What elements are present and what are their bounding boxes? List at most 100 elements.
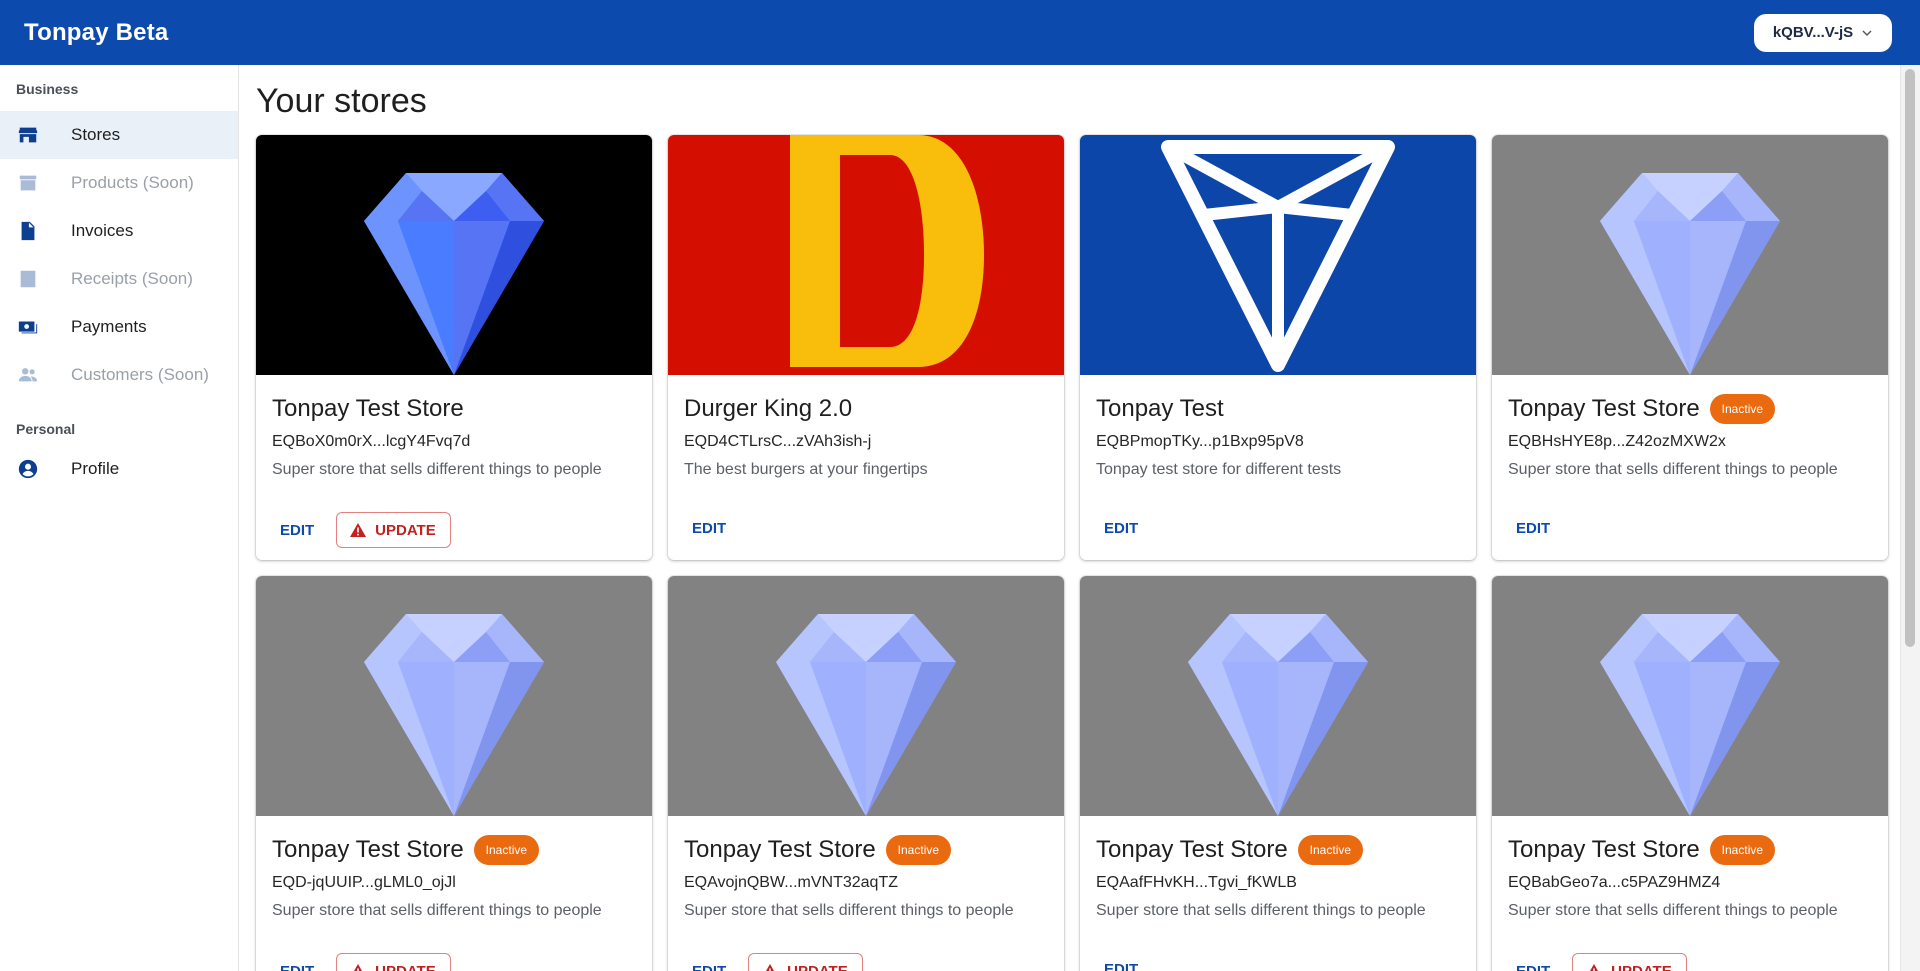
store-actions: EDIT UPDATE (1508, 953, 1687, 971)
user-circle-icon (16, 457, 40, 481)
store-card: Tonpay Test Store Inactive EQBabGeo7a...c5… (1492, 576, 1888, 971)
wallet-menu-button[interactable]: kQBV...V-jS (1754, 13, 1892, 52)
store-address: EQAvojnQBW...mVNT32aqTZ (684, 874, 898, 891)
sidebar: Business Stores Products (Soon) Invoices… (0, 65, 239, 971)
store-address: EQBHsHYE8p...Z42ozMXW2x (1508, 433, 1726, 450)
edit-button[interactable]: EDIT (272, 955, 322, 971)
store-name: Tonpay Test (1096, 395, 1224, 422)
update-label: UPDATE (375, 962, 436, 971)
page-scrollbar[interactable] (1900, 65, 1920, 971)
warning-icon (766, 964, 775, 971)
store-name: Tonpay Test Store (1096, 836, 1288, 863)
edit-button[interactable]: EDIT (1508, 955, 1558, 971)
store-title-row: Tonpay Test Store Inactive (1080, 816, 1476, 866)
store-title-row: Tonpay Test Store Inactive (1492, 375, 1888, 425)
store-card: Tonpay Test Store Inactive EQBHsHYE8p...Z4… (1492, 135, 1888, 560)
sidebar-section-personal: Personal (16, 421, 76, 437)
store-image (256, 576, 652, 816)
warning-icon (1590, 964, 1599, 971)
store-image (1080, 135, 1476, 375)
app-title: Tonpay Beta (24, 18, 169, 46)
receipt-icon (16, 267, 40, 291)
update-button[interactable]: UPDATE (336, 512, 451, 548)
store-name: Tonpay Test Store (1508, 836, 1700, 863)
edit-button[interactable]: EDIT (684, 512, 734, 545)
store-address: EQBoX0m0rX...lcgY4Fvq7d (272, 433, 471, 450)
store-title-row: Tonpay Test Store Inactive (668, 816, 1064, 866)
store-title-row: Tonpay Test Store Inactive (256, 816, 652, 866)
sidebar-item-products: Products (Soon) (0, 159, 238, 207)
edit-button[interactable]: EDIT (1096, 512, 1146, 545)
store-name: Tonpay Test Store (684, 836, 876, 863)
inactive-badge: Inactive (1709, 835, 1776, 865)
store-address: EQD-jqUUIP...gLML0_ojJl (272, 874, 456, 891)
scrollbar-thumb[interactable] (1905, 69, 1915, 647)
sidebar-item-label: Invoices (71, 221, 134, 240)
store-address: EQBPmopTKy...p1Bxp95pV8 (1096, 433, 1304, 450)
store-actions: EDIT UPDATE (684, 953, 863, 971)
store-card: Durger King 2.0 EQD4CTLrsC...zVAh3ish-j Th… (668, 135, 1064, 560)
sidebar-section-business: Business (16, 81, 79, 97)
edit-button[interactable]: EDIT (1096, 953, 1146, 971)
top-app-bar: Tonpay Beta kQBV...V-jS (0, 0, 1920, 65)
store-title-row: Tonpay Test (1080, 375, 1476, 425)
store-card: Tonpay Test Store Inactive EQAafFHvKH...Tg… (1080, 576, 1476, 971)
store-actions: EDIT (1096, 953, 1146, 971)
sidebar-item-label: Customers (Soon) (71, 365, 209, 384)
store-image (668, 135, 1064, 375)
store-address: EQD4CTLrsC...zVAh3ish-j (684, 433, 872, 450)
sidebar-item-label: Receipts (Soon) (71, 269, 193, 288)
store-address: EQBabGeo7a...c5PAZ9HMZ4 (1508, 874, 1721, 891)
store-description: Super store that sells different things … (272, 461, 602, 478)
edit-button[interactable]: EDIT (1508, 512, 1558, 545)
store-image (1080, 576, 1476, 816)
store-description: Super store that sells different things … (684, 902, 1014, 919)
users-icon (16, 363, 40, 387)
store-name: Tonpay Test Store (1508, 395, 1700, 422)
chevron-down-icon (1862, 30, 1872, 36)
edit-button[interactable]: EDIT (272, 514, 322, 547)
store-card: Tonpay Test EQBPmopTKy...p1Bxp95pV8 Tonpay… (1080, 135, 1476, 560)
inactive-badge: Inactive (1709, 394, 1776, 424)
update-button[interactable]: UPDATE (336, 953, 451, 971)
store-description: Super store that sells different things … (1508, 902, 1838, 919)
sidebar-item-profile[interactable]: Profile (0, 445, 238, 493)
sidebar-item-label: Stores (71, 125, 121, 144)
store-description: Tonpay test store for different tests (1096, 461, 1342, 478)
wallet-address-label: kQBV...V-jS (1772, 24, 1854, 41)
inactive-badge: Inactive (885, 835, 952, 865)
store-card: Tonpay Test Store Inactive EQAvojnQBW...mV… (668, 576, 1064, 971)
edit-button[interactable]: EDIT (684, 955, 734, 971)
sidebar-item-label: Products (Soon) (71, 173, 194, 192)
store-description: Super store that sells different things … (272, 902, 602, 919)
sidebar-item-stores[interactable]: Stores (0, 111, 238, 159)
store-name: Tonpay Test Store (272, 395, 464, 422)
sidebar-item-invoices[interactable]: Invoices (0, 207, 238, 255)
store-address: EQAafFHvKH...Tgvi_fKWLB (1096, 874, 1297, 891)
page-title: Your stores (256, 82, 427, 120)
warning-icon (350, 523, 367, 537)
store-title-row: Tonpay Test Store (256, 375, 652, 425)
store-actions: EDIT (684, 512, 734, 545)
store-card: Tonpay Test Store Inactive EQD-jqUUIP...gL… (256, 576, 652, 971)
update-button[interactable]: UPDATE (1572, 953, 1687, 971)
store-description: The best burgers at your fingertips (684, 461, 928, 478)
inactive-badge: Inactive (473, 835, 540, 865)
store-icon (16, 123, 40, 147)
store-card: Tonpay Test Store EQBoX0m0rX...lcgY4Fvq7d… (256, 135, 652, 560)
update-label: UPDATE (787, 962, 848, 971)
store-image (1492, 135, 1888, 375)
sidebar-item-receipts: Receipts (Soon) (0, 255, 238, 303)
update-button[interactable]: UPDATE (748, 953, 863, 971)
sidebar-item-payments[interactable]: Payments (0, 303, 238, 351)
update-label: UPDATE (375, 521, 436, 539)
sidebar-item-label: Payments (71, 317, 147, 336)
inactive-badge: Inactive (1297, 835, 1364, 865)
main-content: Your stores Tonpay Test Store EQBoX0m0rX.… (240, 65, 1900, 971)
store-image (256, 135, 652, 375)
store-name: Tonpay Test Store (272, 836, 464, 863)
store-actions: EDIT (1508, 512, 1558, 545)
archive-icon (16, 171, 40, 195)
payments-icon (16, 315, 40, 339)
store-image (668, 576, 1064, 816)
